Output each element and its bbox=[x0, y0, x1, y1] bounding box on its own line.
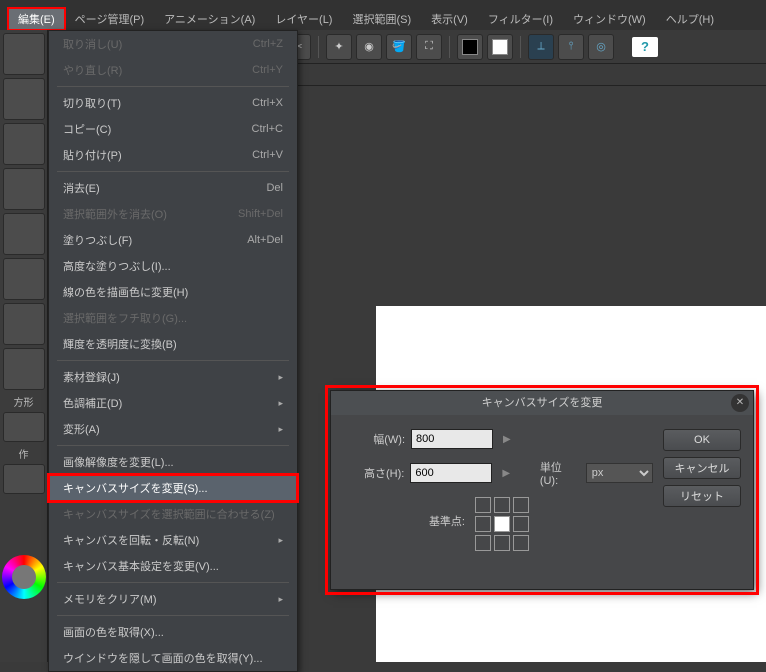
tool-paint[interactable] bbox=[3, 213, 45, 255]
anchor-bc[interactable] bbox=[494, 535, 510, 551]
anchor-bl[interactable] bbox=[475, 535, 491, 551]
menu-select[interactable]: 選択範囲(S) bbox=[342, 8, 421, 30]
ruler-icon[interactable]: ⫯ bbox=[558, 34, 584, 60]
help-button[interactable]: ? bbox=[632, 37, 658, 57]
dialog-close-icon[interactable]: ✕ bbox=[731, 394, 749, 412]
mi-tone-correction[interactable]: 色調補正(D) bbox=[49, 390, 297, 416]
tool-shape[interactable] bbox=[3, 412, 45, 442]
anchor-tc[interactable] bbox=[494, 497, 510, 513]
mi-get-color[interactable]: 画面の色を取得(X)... bbox=[49, 619, 297, 645]
mi-transform[interactable]: 変形(A) bbox=[49, 416, 297, 442]
menu-window[interactable]: ウィンドウ(W) bbox=[563, 8, 656, 30]
mi-sel-border[interactable]: 選択範囲をフチ取り(G)... bbox=[49, 305, 297, 331]
mi-fill[interactable]: 塗りつぶし(F)Alt+Del bbox=[49, 227, 297, 253]
anchor-mr[interactable] bbox=[513, 516, 529, 532]
tool-blend[interactable] bbox=[3, 348, 45, 390]
anchor-br[interactable] bbox=[513, 535, 529, 551]
tool-marquee[interactable] bbox=[3, 78, 45, 120]
edit-dropdown: 取り消し(U)Ctrl+Z やり直し(R)Ctrl+Y 切り取り(T)Ctrl+… bbox=[48, 30, 298, 672]
mi-hide-get-color[interactable]: ウインドウを隠して画面の色を取得(Y)... bbox=[49, 645, 297, 671]
color-swatch-black[interactable] bbox=[457, 34, 483, 60]
cancel-button[interactable]: キャンセル bbox=[663, 457, 741, 479]
mi-redo[interactable]: やり直し(R)Ctrl+Y bbox=[49, 57, 297, 83]
mi-canvas-rotate[interactable]: キャンバスを回転・反転(N) bbox=[49, 527, 297, 553]
anchor-center[interactable] bbox=[494, 516, 510, 532]
menu-view[interactable]: 表示(V) bbox=[421, 8, 478, 30]
width-label: 幅(W): bbox=[343, 431, 405, 447]
mi-cut[interactable]: 切り取り(T)Ctrl+X bbox=[49, 90, 297, 116]
anchor-tl[interactable] bbox=[475, 497, 491, 513]
anchor-grid bbox=[475, 497, 529, 551]
reset-button[interactable]: リセット bbox=[663, 485, 741, 507]
menu-edit[interactable]: 編集(E) bbox=[8, 8, 65, 30]
unit-select[interactable]: px bbox=[586, 463, 653, 483]
height-input[interactable] bbox=[410, 463, 492, 483]
mi-line-to-draw[interactable]: 線の色を描画色に変更(H) bbox=[49, 279, 297, 305]
tool-eraser[interactable] bbox=[3, 258, 45, 300]
width-input[interactable] bbox=[411, 429, 493, 449]
menubar: 編集(E) ページ管理(P) アニメーション(A) レイヤー(L) 選択範囲(S… bbox=[0, 8, 766, 30]
star-icon[interactable]: ✦ bbox=[326, 34, 352, 60]
mi-canvas-to-sel[interactable]: キャンバスサイズを選択範囲に合わせる(Z) bbox=[49, 501, 297, 527]
mi-adv-fill[interactable]: 高度な塗りつぶし(I)... bbox=[49, 253, 297, 279]
tool-brush[interactable] bbox=[3, 123, 45, 165]
mi-undo[interactable]: 取り消し(U)Ctrl+Z bbox=[49, 31, 297, 57]
canvas-size-dialog: キャンバスサイズを変更 ✕ 幅(W): ▶ 高さ(H): ▶ 単位(U): px… bbox=[330, 390, 754, 590]
mi-bri-to-opa[interactable]: 輝度を透明度に変換(B) bbox=[49, 331, 297, 357]
snap-icon[interactable]: ⟂ bbox=[528, 34, 554, 60]
stamp-icon[interactable]: ◉ bbox=[356, 34, 382, 60]
tool-sidebar: 方形 作 bbox=[0, 30, 48, 662]
mi-memory-clear[interactable]: メモリをクリア(M) bbox=[49, 586, 297, 612]
dialog-title: キャンバスサイズを変更 ✕ bbox=[331, 391, 753, 415]
globe-icon[interactable]: ◎ bbox=[588, 34, 614, 60]
mi-clear[interactable]: 消去(E)Del bbox=[49, 175, 297, 201]
menu-page[interactable]: ページ管理(P) bbox=[65, 8, 154, 30]
tool-dots[interactable] bbox=[3, 303, 45, 345]
height-label: 高さ(H): bbox=[343, 465, 404, 481]
menu-layer[interactable]: レイヤー(L) bbox=[265, 8, 342, 30]
unit-label: 単位(U): bbox=[540, 459, 580, 487]
transform-icon[interactable]: ⛶ bbox=[416, 34, 442, 60]
anchor-tr[interactable] bbox=[513, 497, 529, 513]
arrow-icon[interactable]: ▶ bbox=[502, 468, 510, 479]
menu-animation[interactable]: アニメーション(A) bbox=[154, 8, 265, 30]
menu-filter[interactable]: フィルター(I) bbox=[478, 8, 563, 30]
mi-copy[interactable]: コピー(C)Ctrl+C bbox=[49, 116, 297, 142]
tool-create[interactable] bbox=[3, 464, 45, 494]
arrow-icon[interactable]: ▶ bbox=[503, 434, 511, 445]
anchor-ml[interactable] bbox=[475, 516, 491, 532]
sidebar-label-1: 方形 bbox=[0, 394, 47, 409]
color-wheel[interactable] bbox=[2, 555, 46, 599]
sidebar-label-2: 作 bbox=[0, 446, 47, 461]
mi-change-resolution[interactable]: 画像解像度を変更(L)... bbox=[49, 449, 297, 475]
bucket-icon[interactable]: 🪣 bbox=[386, 34, 412, 60]
mi-canvas-basic[interactable]: キャンバス基本設定を変更(V)... bbox=[49, 553, 297, 579]
color-swatch-white[interactable] bbox=[487, 34, 513, 60]
mi-canvas-size[interactable]: キャンバスサイズを変更(S)... bbox=[49, 475, 297, 501]
mi-paste[interactable]: 貼り付け(P)Ctrl+V bbox=[49, 142, 297, 168]
anchor-label: 基準点: bbox=[343, 513, 465, 529]
mi-material-reg[interactable]: 素材登録(J) bbox=[49, 364, 297, 390]
ok-button[interactable]: OK bbox=[663, 429, 741, 451]
tool-select[interactable] bbox=[3, 33, 45, 75]
menu-help[interactable]: ヘルプ(H) bbox=[656, 8, 724, 30]
tool-pen[interactable] bbox=[3, 168, 45, 210]
mi-clear-outside[interactable]: 選択範囲外を消去(O)Shift+Del bbox=[49, 201, 297, 227]
